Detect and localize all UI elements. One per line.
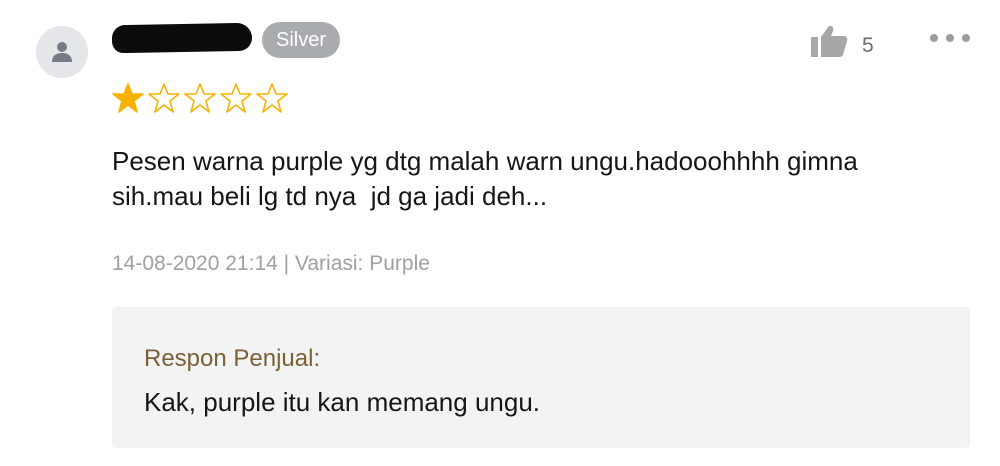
more-dot	[962, 34, 970, 42]
star-empty-icon	[148, 83, 180, 113]
review-meta: 14-08-2020 21:14 | Variasi: Purple	[112, 252, 430, 275]
review-card: Silver 5 Pesen warna purple yg dtg malah…	[0, 0, 1000, 466]
review-comment: Pesen warna purple yg dtg malah warn ung…	[112, 146, 858, 211]
more-options-icon[interactable]	[930, 34, 970, 42]
star-shape	[220, 83, 252, 113]
like-count: 5	[862, 34, 874, 57]
star-empty-icon	[184, 83, 216, 113]
thumbs-up-icon	[811, 25, 848, 57]
more-dot	[930, 34, 938, 42]
seller-response-box: Respon Penjual: Kak, purple itu kan mema…	[112, 307, 970, 448]
user-icon	[52, 42, 72, 62]
seller-response-text: Kak, purple itu kan memang ungu.	[144, 387, 541, 417]
more-dot	[946, 34, 954, 42]
star-rating	[112, 82, 288, 114]
like-button[interactable]: 5	[810, 24, 874, 58]
member-tier-badge: Silver	[262, 22, 341, 58]
star-shape	[256, 83, 288, 113]
username-redacted	[111, 22, 253, 54]
avatar[interactable]	[36, 26, 88, 78]
star-shape	[148, 83, 180, 113]
star-empty-icon	[220, 83, 252, 113]
star-filled-icon	[112, 83, 144, 113]
star-empty-icon	[256, 83, 288, 113]
seller-response-label: Respon Penjual:	[144, 345, 321, 372]
star-shape	[184, 83, 216, 113]
star-shape	[112, 83, 144, 113]
